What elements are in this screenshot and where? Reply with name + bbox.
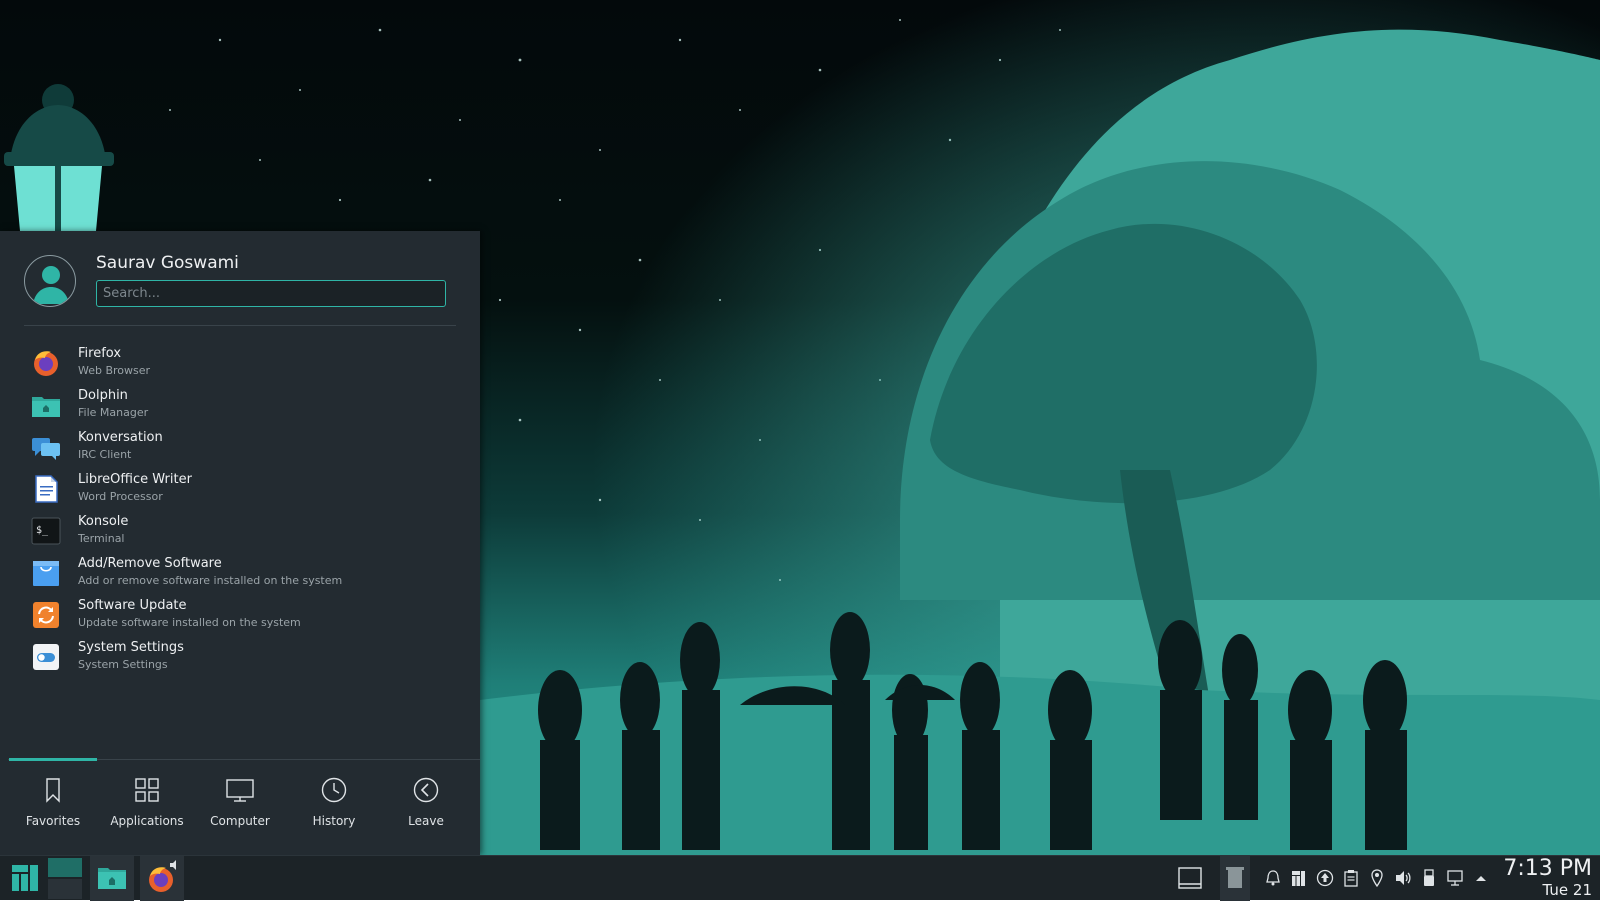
- dolphin-folder-icon: [32, 397, 60, 417]
- active-tab-indicator: [9, 758, 97, 761]
- avatar[interactable]: [24, 255, 76, 307]
- konversation-chat-icon: [32, 438, 60, 460]
- update-arrows-icon: [33, 602, 59, 628]
- app-name: System Settings: [78, 640, 184, 655]
- list-item-firefox[interactable]: Firefox Web Browser: [0, 344, 480, 386]
- search-input[interactable]: [96, 280, 446, 307]
- volume-icon[interactable]: [1394, 869, 1412, 887]
- manjaro-logo-icon: [12, 865, 38, 891]
- list-item-add-remove-software[interactable]: Add/Remove Software Add or remove softwa…: [0, 554, 480, 596]
- terminal-icon: $_: [31, 517, 61, 545]
- pager-icon: [48, 858, 82, 899]
- app-description: Web Browser: [78, 364, 151, 377]
- app-name: Konversation: [78, 430, 163, 445]
- list-item-system-settings[interactable]: System Settings System Settings: [0, 638, 480, 680]
- trash-icon: [1226, 867, 1244, 888]
- taskbar: 7:13 PM Tue 21: [0, 855, 1600, 901]
- tab-label: Computer: [210, 814, 270, 828]
- manjaro-settings-icon[interactable]: [1290, 869, 1308, 887]
- tab-applications[interactable]: Applications: [102, 762, 192, 842]
- shopping-bag-icon: [33, 561, 59, 586]
- app-name: Firefox: [78, 346, 122, 361]
- location-pin-icon[interactable]: [1368, 869, 1386, 887]
- clock-date[interactable]: Tue 21: [1502, 881, 1592, 899]
- tab-history[interactable]: History: [289, 762, 379, 842]
- list-item-libreoffice-writer[interactable]: LibreOffice Writer Word Processor: [0, 470, 480, 512]
- tab-label: Applications: [110, 814, 184, 828]
- app-name: Dolphin: [78, 388, 128, 403]
- firefox-icon: [149, 860, 176, 892]
- tab-label: Leave: [408, 814, 444, 828]
- user-name: Saurav Goswami: [96, 253, 239, 273]
- app-name: Software Update: [78, 598, 187, 613]
- firefox-icon: [34, 351, 58, 376]
- clipboard-icon[interactable]: [1342, 869, 1360, 887]
- app-name: LibreOffice Writer: [78, 472, 192, 487]
- writer-document-icon: [35, 475, 58, 503]
- network-wired-icon[interactable]: [1446, 869, 1464, 887]
- app-description: Terminal: [78, 532, 125, 545]
- notifications-bell-icon[interactable]: [1264, 869, 1282, 887]
- start-menu-button[interactable]: [4, 856, 44, 901]
- tab-label: Favorites: [25, 814, 81, 828]
- app-description: Word Processor: [78, 490, 163, 503]
- bookmark-icon: [46, 778, 60, 803]
- tab-leave[interactable]: Leave: [381, 762, 471, 842]
- launcher-tab-bar: Favorites Applications Computer History …: [0, 762, 480, 855]
- app-description: Add or remove software installed on the …: [78, 574, 343, 587]
- list-item-konsole[interactable]: $_ Konsole Terminal: [0, 512, 480, 554]
- svg-text:$_: $_: [36, 525, 49, 536]
- app-name: Konsole: [78, 514, 129, 529]
- divider: [24, 325, 456, 326]
- lamp-illustration: [4, 84, 114, 231]
- settings-toggle-icon: [33, 644, 59, 670]
- application-launcher-menu: Saurav Goswami Firefox Web Browser Dolph…: [0, 231, 480, 855]
- tab-favorites[interactable]: Favorites: [8, 762, 98, 842]
- show-desktop-button[interactable]: [1176, 856, 1204, 901]
- tab-label: History: [312, 814, 356, 828]
- back-circle-icon: [413, 777, 439, 803]
- usb-device-icon[interactable]: [1420, 869, 1438, 887]
- list-item-dolphin[interactable]: Dolphin File Manager: [0, 386, 480, 428]
- clock-icon: [321, 777, 347, 803]
- chevron-up-icon[interactable]: [1472, 869, 1490, 887]
- clock-time[interactable]: 7:13 PM: [1502, 856, 1592, 881]
- grid-icon: [135, 778, 159, 802]
- user-icon: [33, 266, 69, 304]
- task-firefox[interactable]: [140, 856, 184, 901]
- dolphin-folder-icon: [98, 868, 126, 889]
- virtual-desktop-pager[interactable]: [47, 856, 83, 901]
- app-name: Add/Remove Software: [78, 556, 222, 571]
- list-item-software-update[interactable]: Software Update Update software installe…: [0, 596, 480, 638]
- launcher-header: Saurav Goswami: [24, 253, 456, 313]
- app-description: System Settings: [78, 658, 168, 671]
- list-item-konversation[interactable]: Konversation IRC Client: [0, 428, 480, 470]
- app-description: File Manager: [78, 406, 149, 419]
- monitor-icon: [226, 779, 254, 802]
- app-description: IRC Client: [78, 448, 132, 461]
- tab-computer[interactable]: Computer: [195, 762, 285, 842]
- task-dolphin[interactable]: [90, 856, 134, 901]
- update-notifier-icon[interactable]: [1316, 869, 1334, 887]
- trash-widget[interactable]: [1220, 856, 1250, 901]
- app-description: Update software installed on the system: [78, 616, 301, 629]
- show-desktop-icon: [1178, 867, 1202, 889]
